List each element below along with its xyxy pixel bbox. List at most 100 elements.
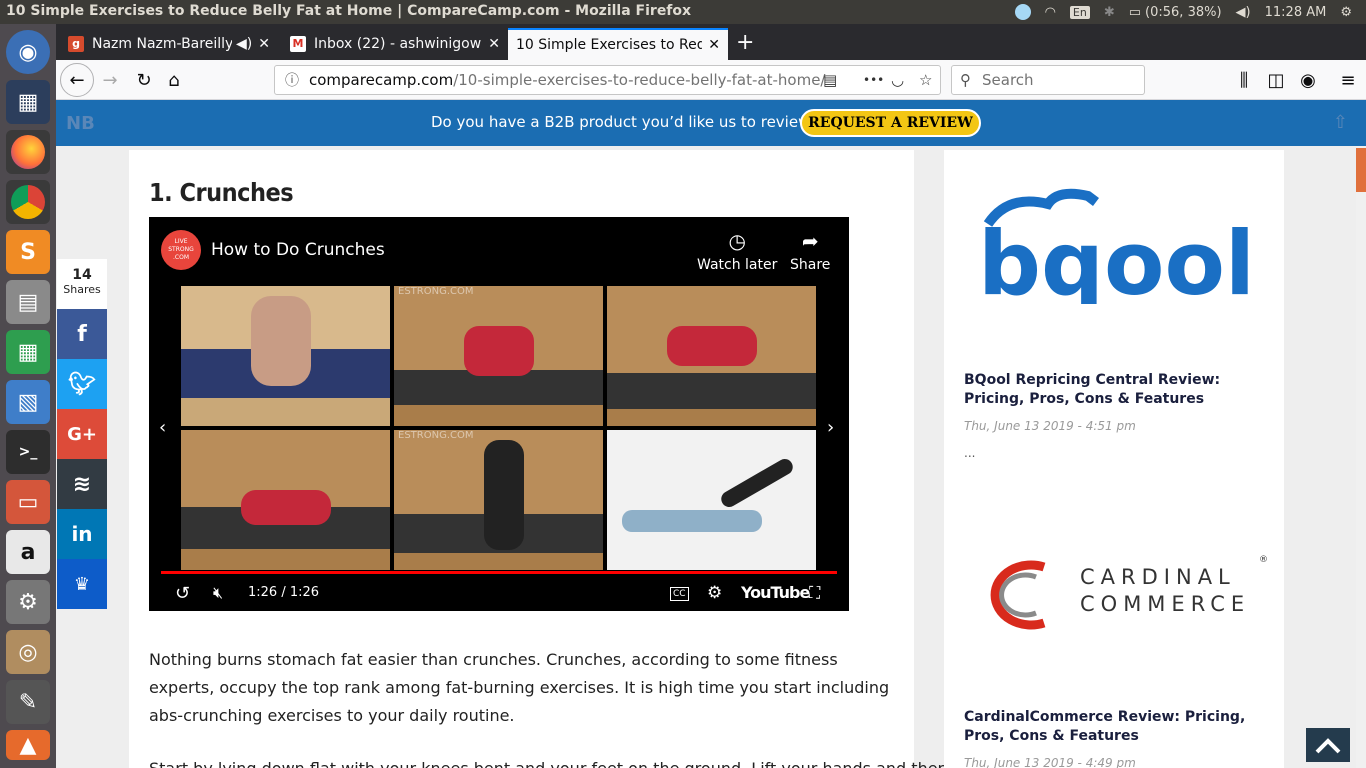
- amazon-icon[interactable]: a: [6, 530, 50, 574]
- video-title[interactable]: How to Do Crunches: [211, 240, 385, 260]
- speaker-icon[interactable]: ◀): [236, 36, 252, 52]
- keyboard-layout[interactable]: En: [1069, 5, 1090, 19]
- library-icon[interactable]: ⫼: [1230, 66, 1258, 94]
- linkedin-share-button[interactable]: in: [57, 509, 107, 559]
- chrome-icon[interactable]: [6, 180, 50, 224]
- chevron-up-icon: [1315, 738, 1341, 754]
- video-thumbnail[interactable]: [181, 286, 390, 426]
- spreadsheet-icon[interactable]: ▦: [6, 330, 50, 374]
- close-tab-icon[interactable]: ✕: [252, 36, 270, 52]
- page-scrollbar[interactable]: [1356, 146, 1366, 768]
- clock-icon: ◷: [728, 229, 746, 253]
- battery-status[interactable]: (0:56, 38%): [1145, 5, 1222, 20]
- home-button[interactable]: ⌂: [160, 66, 188, 94]
- info-icon[interactable]: ⓘ: [285, 70, 299, 90]
- captions-icon[interactable]: CC: [670, 587, 689, 601]
- twitter-share-button[interactable]: 🐦︎: [57, 359, 107, 409]
- tab-bar: g Nazm Nazm-Bareilly K ◀) ✕ M Inbox (22)…: [56, 24, 1366, 60]
- nazm-favicon-icon: g: [68, 36, 84, 52]
- mute-icon[interactable]: 🔇︎: [213, 583, 223, 603]
- fullscreen-icon[interactable]: ⛶: [809, 583, 820, 603]
- site-logo[interactable]: NB: [66, 113, 95, 134]
- video-thumbnail[interactable]: [607, 430, 816, 570]
- cardinal-commerce-logo[interactable]: CARDINAL COMMERCE ®: [974, 555, 1268, 635]
- forward-button[interactable]: →: [96, 66, 124, 94]
- search-input[interactable]: ⚲ Search: [951, 65, 1145, 95]
- files-icon[interactable]: ▤: [6, 280, 50, 324]
- account-icon[interactable]: ◉: [1294, 66, 1322, 94]
- sumo-share-button[interactable]: ♛: [57, 559, 107, 609]
- sublime-text-icon[interactable]: S: [6, 230, 50, 274]
- pocket-icon[interactable]: ◡: [891, 71, 904, 89]
- video-thumbnail[interactable]: ESTRONG.COM: [394, 430, 603, 570]
- ubuntu-launcher: ◉ ▦ S ▤ ▦ ▧ >_ ▭ a ⚙ ◎ ✎ ▲: [0, 24, 56, 768]
- youtube-logo[interactable]: YouTube: [741, 583, 810, 602]
- bqool-logo[interactable]: bqool: [978, 184, 1248, 304]
- menu-icon[interactable]: ≡: [1334, 66, 1362, 94]
- previous-arrow-icon[interactable]: ‹: [159, 417, 166, 438]
- video-thumbnail[interactable]: [607, 286, 816, 426]
- sidebar: bqool BQool Repricing Central Review: Pr…: [944, 150, 1284, 768]
- tab-gmail[interactable]: M Inbox (22) - ashwinigow ✕: [282, 28, 508, 60]
- document-viewer-icon[interactable]: ▧: [6, 380, 50, 424]
- settings-gear-icon[interactable]: ⚙: [1340, 5, 1352, 20]
- settings-icon[interactable]: ⚙: [707, 583, 722, 603]
- battery-icon[interactable]: ▭: [1129, 5, 1141, 20]
- bookmark-star-icon[interactable]: ☆: [919, 71, 932, 89]
- scrollbar-thumb[interactable]: [1356, 148, 1366, 192]
- url-bar[interactable]: ⓘ comparecamp.com /10-simple-exercises-t…: [274, 65, 941, 95]
- presentation-icon[interactable]: ▭: [6, 480, 50, 524]
- replay-icon[interactable]: ↺: [175, 583, 190, 604]
- request-review-button[interactable]: REQUEST A REVIEW: [800, 109, 981, 137]
- tab-comparecamp[interactable]: 10 Simple Exercises to Redu ✕: [508, 28, 728, 60]
- clock[interactable]: 11:28 AM: [1265, 5, 1327, 20]
- firefox-icon[interactable]: [6, 130, 50, 174]
- system-settings-icon[interactable]: ⚙: [6, 580, 50, 624]
- new-tab-button[interactable]: +: [736, 30, 754, 55]
- facebook-share-button[interactable]: f: [57, 309, 107, 359]
- section-heading: 1. Crunches: [149, 178, 294, 207]
- sidebar-post-title[interactable]: CardinalCommerce Review: Pricing, Pros, …: [964, 708, 1264, 746]
- trash-icon[interactable]: ▲: [6, 730, 50, 760]
- sidebar-post-title[interactable]: BQool Repricing Central Review: Pricing,…: [964, 371, 1264, 409]
- channel-logo[interactable]: LIVE STRONG .COM: [161, 230, 201, 270]
- buffer-share-button[interactable]: ≋: [57, 459, 107, 509]
- navigation-toolbar: ← → ↻ ⌂ ⓘ comparecamp.com /10-simple-exe…: [56, 60, 1366, 100]
- video-thumbnail[interactable]: [181, 430, 390, 570]
- social-share-bar: 14 Shares f 🐦︎ G+ ≋ in ♛: [57, 259, 107, 609]
- close-tab-icon[interactable]: ✕: [482, 36, 500, 52]
- workspace-switcher-icon[interactable]: ▦: [6, 80, 50, 124]
- video-time: 1:26 / 1:26: [248, 585, 320, 600]
- video-thumbnail[interactable]: ESTRONG.COM: [394, 286, 603, 426]
- terminal-icon[interactable]: >_: [6, 430, 50, 474]
- promo-question: Do you have a B2B product you’d like us …: [431, 113, 819, 131]
- watch-later-button[interactable]: ◷ Watch later: [697, 229, 777, 273]
- gmail-icon: M: [290, 36, 306, 52]
- tab-nazm[interactable]: g Nazm Nazm-Bareilly K ◀) ✕: [60, 28, 278, 60]
- scroll-to-top-button[interactable]: [1306, 728, 1350, 762]
- wifi-icon[interactable]: ◠: [1045, 5, 1056, 20]
- video-progress-bar[interactable]: [161, 571, 837, 574]
- reader-view-icon[interactable]: ▤: [823, 71, 837, 89]
- collapse-banner-icon[interactable]: ⇧: [1333, 112, 1348, 133]
- volume-icon[interactable]: ◀): [1236, 5, 1251, 20]
- promo-banner: NB Do you have a B2B product you’d like …: [56, 100, 1366, 146]
- svg-text:bqool: bqool: [978, 212, 1248, 304]
- software-updater-icon[interactable]: ◎: [6, 630, 50, 674]
- youtube-video-player[interactable]: LIVE STRONG .COM How to Do Crunches ◷ Wa…: [149, 217, 849, 611]
- back-button[interactable]: ←: [60, 63, 94, 97]
- close-tab-icon[interactable]: ✕: [702, 37, 720, 53]
- skype-icon[interactable]: [1014, 4, 1031, 20]
- paragraph: Start by lying down flat with your knees…: [149, 755, 948, 768]
- sidebar-toggle-icon[interactable]: ◫: [1262, 66, 1290, 94]
- next-arrow-icon[interactable]: ›: [827, 417, 834, 438]
- page-actions-icon[interactable]: •••: [863, 73, 884, 87]
- url-domain: comparecamp.com: [309, 71, 454, 89]
- google-plus-share-button[interactable]: G+: [57, 409, 107, 459]
- ubuntu-dash-icon[interactable]: ◉: [6, 30, 50, 74]
- reload-button[interactable]: ↻: [130, 66, 158, 94]
- share-button[interactable]: ➦ Share: [790, 229, 830, 273]
- page-content: NB Do you have a B2B product you’d like …: [56, 100, 1366, 768]
- bluetooth-icon[interactable]: ✱: [1104, 5, 1115, 20]
- inkscape-icon[interactable]: ✎: [6, 680, 50, 724]
